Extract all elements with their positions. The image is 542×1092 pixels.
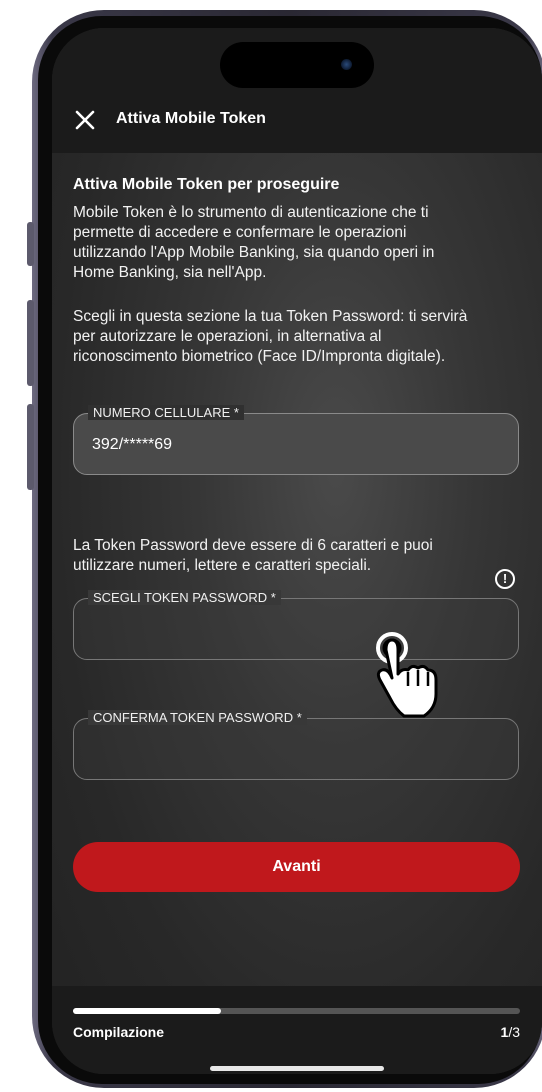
intro-paragraph: Mobile Token è lo strumento di autentica…	[73, 203, 533, 283]
token-password-label: SCEGLI TOKEN PASSWORD *	[88, 590, 281, 605]
description-line: per autorizzare le operazioni, in altern…	[73, 328, 382, 345]
action-button	[27, 222, 34, 266]
step-total: /3	[508, 1024, 520, 1040]
intro-line: Mobile Token è lo strumento di autentica…	[73, 204, 429, 221]
volume-down-button	[27, 404, 34, 490]
description-line: riconoscimento biometrico (Face ID/Impro…	[73, 348, 446, 365]
page-title: Attiva Mobile Token	[116, 110, 266, 127]
step-counter: 1/3	[501, 1024, 520, 1040]
info-icon[interactable]: !	[495, 569, 515, 589]
intro-line: utilizzando l'App Mobile Banking, sia qu…	[73, 244, 435, 261]
description-line: Scegli in questa sezione la tua Token Pa…	[73, 308, 468, 325]
token-password-input[interactable]: SCEGLI TOKEN PASSWORD *	[73, 590, 519, 660]
volume-up-button	[27, 300, 34, 386]
password-hint: La Token Password deve essere di 6 carat…	[73, 536, 493, 576]
intro-line: permette di accedere e confermare le ope…	[73, 224, 407, 241]
home-indicator[interactable]	[210, 1066, 384, 1071]
next-button[interactable]: Avanti	[73, 842, 520, 892]
confirm-token-password-label: CONFERMA TOKEN PASSWORD *	[88, 710, 307, 725]
token-password-description: Scegli in questa sezione la tua Token Pa…	[73, 307, 533, 367]
dynamic-island	[220, 42, 374, 88]
phone-number-field: NUMERO CELLULARE * 392/*****69	[73, 405, 519, 475]
hint-line: La Token Password deve essere di 6 carat…	[73, 537, 433, 554]
confirm-token-password-input[interactable]: CONFERMA TOKEN PASSWORD *	[73, 710, 519, 780]
camera-icon	[341, 59, 352, 70]
hint-line: utilizzare numeri, lettere e caratteri s…	[73, 557, 372, 574]
progress-bar	[73, 1008, 520, 1014]
close-icon[interactable]	[74, 109, 96, 131]
step-label: Compilazione	[73, 1024, 165, 1040]
progress-footer: Compilazione 1/3	[52, 986, 542, 1074]
intro-line: Home Banking, sia nell'App.	[73, 264, 267, 281]
tap-hand-icon	[376, 632, 438, 718]
progress-fill	[73, 1008, 221, 1014]
phone-number-value: 392/*****69	[92, 436, 173, 453]
phone-number-label: NUMERO CELLULARE *	[88, 405, 244, 420]
app-screen: Attiva Mobile Token Attiva Mobile Token …	[52, 28, 542, 1074]
intro-heading: Attiva Mobile Token per proseguire	[73, 176, 340, 193]
top-bar: Attiva Mobile Token	[52, 28, 542, 153]
